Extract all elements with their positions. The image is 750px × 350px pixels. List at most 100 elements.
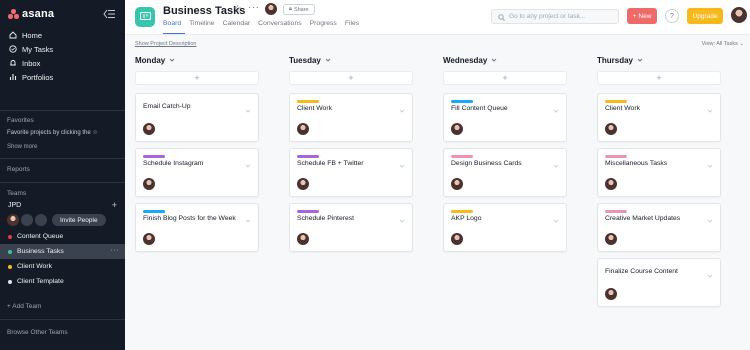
column-header[interactable]: Wednesday: [433, 49, 577, 71]
search-input[interactable]: [509, 13, 609, 20]
sidebar-project-business-tasks[interactable]: Business Tasks ···: [0, 244, 125, 259]
tag-bar: [297, 100, 319, 103]
assignee-avatar[interactable]: [451, 123, 463, 135]
task-title: Finalize Course Content: [605, 268, 678, 275]
task-card[interactable]: Finish Blog Posts for the Week: [135, 203, 259, 252]
sidebar-item-home[interactable]: Home: [0, 28, 125, 42]
divider: [0, 319, 125, 320]
share-button[interactable]: 🔒︎ Share: [283, 4, 315, 15]
assignee-avatar[interactable]: [605, 178, 617, 190]
task-card[interactable]: Design Business Cards: [443, 148, 567, 197]
browse-teams-link[interactable]: Browse Other Teams: [0, 329, 125, 336]
chevron-down-icon[interactable]: [245, 211, 251, 223]
view-filter-dropdown[interactable]: View: All Tasks ⌄: [702, 41, 744, 47]
assignee-avatar[interactable]: [605, 233, 617, 245]
task-card[interactable]: Client Work: [289, 93, 413, 142]
assignee-avatar[interactable]: [605, 123, 617, 135]
sidebar-project-content-queue[interactable]: Content Queue: [0, 229, 125, 244]
tab-conversations[interactable]: Conversations: [254, 20, 305, 34]
chevron-down-icon[interactable]: [707, 156, 713, 168]
task-card[interactable]: Creative Market Updates: [597, 203, 721, 252]
chevron-down-icon[interactable]: [245, 101, 251, 113]
add-task-button[interactable]: +: [443, 71, 567, 85]
tab-board[interactable]: Board: [163, 20, 186, 34]
add-project-icon[interactable]: +: [112, 200, 117, 210]
chevron-down-icon[interactable]: [169, 57, 175, 63]
chevron-down-icon[interactable]: [707, 211, 713, 223]
project-label: Content Queue: [17, 233, 64, 240]
more-options-icon[interactable]: ···: [248, 2, 260, 13]
chevron-down-icon[interactable]: [491, 57, 497, 63]
collapse-sidebar-icon[interactable]: [103, 9, 115, 19]
task-title: AKP Logo: [451, 215, 482, 222]
team-jpd[interactable]: JPD +: [0, 199, 125, 211]
task-card[interactable]: Schedule FB + Twitter: [289, 148, 413, 197]
upgrade-button[interactable]: Upgrade: [687, 8, 723, 24]
assignee-avatar[interactable]: [605, 288, 617, 300]
sidebar-project-client-template[interactable]: Client Template: [0, 274, 125, 289]
assignee-avatar[interactable]: [297, 233, 309, 245]
asana-logo[interactable]: asana: [8, 8, 54, 20]
chevron-down-icon[interactable]: [637, 57, 643, 63]
column-header[interactable]: Thursday: [587, 49, 731, 71]
more-options-icon[interactable]: ···: [111, 247, 120, 254]
sidebar-item-my-tasks[interactable]: My Tasks: [0, 42, 125, 56]
project-color-dot: [8, 249, 12, 254]
chevron-down-icon[interactable]: [325, 57, 331, 63]
show-description-link[interactable]: Show Project Description: [135, 41, 196, 47]
task-card[interactable]: Email Catch-Up: [135, 93, 259, 142]
show-more-link[interactable]: Show more: [0, 144, 125, 150]
assignee-avatar[interactable]: [143, 233, 155, 245]
chevron-down-icon[interactable]: [399, 211, 405, 223]
avatar[interactable]: [265, 3, 277, 15]
card-list: Email Catch-Up Schedule Instagram Finish…: [125, 93, 269, 252]
chevron-down-icon[interactable]: [245, 156, 251, 168]
avatar[interactable]: [7, 214, 19, 226]
chevron-down-icon[interactable]: [707, 101, 713, 113]
tab-progress[interactable]: Progress: [306, 20, 341, 34]
avatar-placeholder[interactable]: [21, 214, 33, 226]
chevron-down-icon[interactable]: [707, 266, 713, 278]
assignee-avatar[interactable]: [451, 178, 463, 190]
task-card[interactable]: Client Work: [597, 93, 721, 142]
avatar-placeholder[interactable]: [35, 214, 47, 226]
task-card[interactable]: Schedule Instagram: [135, 148, 259, 197]
reports-link[interactable]: Reports: [0, 166, 125, 173]
add-team-link[interactable]: + Add Team: [0, 303, 125, 310]
chevron-down-icon: ⌄: [739, 41, 744, 47]
assignee-avatar[interactable]: [143, 178, 155, 190]
assignee-avatar[interactable]: [297, 123, 309, 135]
star-icon[interactable]: ☆: [233, 4, 242, 15]
chevron-down-icon[interactable]: [399, 156, 405, 168]
team-name: JPD: [8, 201, 22, 209]
project-icon[interactable]: [135, 7, 155, 27]
assignee-avatar[interactable]: [143, 123, 155, 135]
chevron-down-icon[interactable]: [553, 156, 559, 168]
user-avatar[interactable]: [731, 7, 747, 23]
task-card[interactable]: Fill Content Queue: [443, 93, 567, 142]
sidebar-project-client-work[interactable]: Client Work: [0, 259, 125, 274]
assignee-avatar[interactable]: [451, 233, 463, 245]
add-task-button[interactable]: +: [597, 71, 721, 85]
task-card[interactable]: Schedule Pinterest: [289, 203, 413, 252]
help-button[interactable]: ?: [665, 9, 679, 23]
add-task-button[interactable]: +: [135, 71, 259, 85]
column-header[interactable]: Monday: [125, 49, 269, 71]
chevron-down-icon[interactable]: [399, 101, 405, 113]
tab-files[interactable]: Files: [341, 20, 363, 34]
tab-calendar[interactable]: Calendar: [219, 20, 255, 34]
new-button[interactable]: + New: [627, 8, 657, 24]
add-task-button[interactable]: +: [289, 71, 413, 85]
sidebar-item-portfolios[interactable]: Portfolios: [0, 70, 125, 84]
chevron-down-icon[interactable]: [553, 101, 559, 113]
search-bar[interactable]: [491, 9, 619, 24]
sidebar-item-inbox[interactable]: Inbox: [0, 56, 125, 70]
tab-timeline[interactable]: Timeline: [185, 20, 218, 34]
task-card[interactable]: AKP Logo: [443, 203, 567, 252]
invite-people-button[interactable]: Invite People: [52, 214, 106, 226]
task-card[interactable]: Finalize Course Content: [597, 258, 721, 307]
column-header[interactable]: Tuesday: [279, 49, 423, 71]
assignee-avatar[interactable]: [297, 178, 309, 190]
task-card[interactable]: Miscellaneous Tasks: [597, 148, 721, 197]
chevron-down-icon[interactable]: [553, 211, 559, 223]
